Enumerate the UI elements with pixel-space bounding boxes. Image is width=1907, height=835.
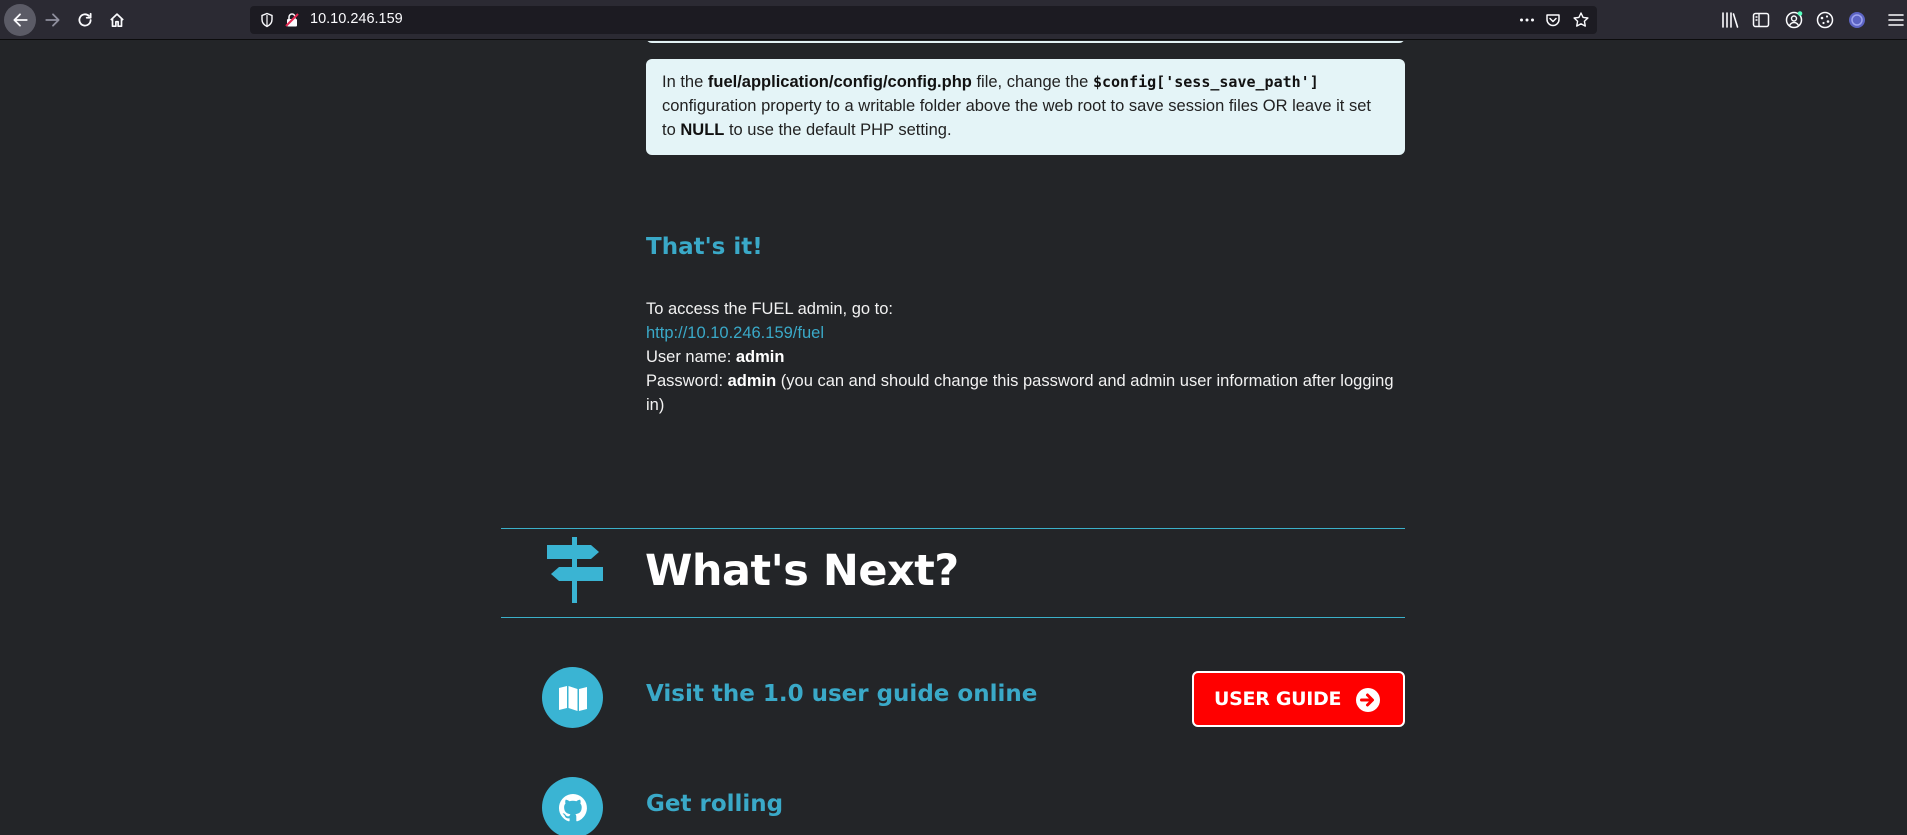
github-icon-circle <box>542 777 603 835</box>
map-icon-circle <box>542 667 603 728</box>
insecure-lock-icon[interactable] <box>284 12 300 28</box>
admin-url-link[interactable]: http://10.10.246.159/fuel <box>646 324 824 342</box>
arrow-circle-right-icon <box>1356 688 1380 712</box>
reload-icon <box>78 12 92 27</box>
home-button[interactable] <box>101 4 133 36</box>
shield-icon[interactable] <box>259 12 275 28</box>
user-guide-link[interactable]: Visit the 1.0 user guide online <box>646 681 1037 707</box>
password-value: admin <box>727 372 777 390</box>
username-line: User name: admin <box>646 345 1406 369</box>
access-line: To access the FUEL admin, go to: <box>646 300 894 318</box>
password-label: Password: <box>646 372 728 390</box>
whats-next-heading: What's Next? <box>645 546 959 596</box>
account-icon[interactable] <box>1784 10 1804 30</box>
user-guide-button[interactable]: USER GUIDE <box>1192 671 1405 727</box>
signpost-icon <box>547 537 603 603</box>
previous-info-box-edge <box>646 41 1405 43</box>
thats-it-heading: That's it! <box>646 234 763 260</box>
back-button[interactable] <box>4 4 36 36</box>
hamburger-menu-icon[interactable] <box>1886 10 1906 30</box>
forward-button[interactable] <box>37 4 69 36</box>
config-file-path: fuel/application/config/config.php <box>707 73 972 91</box>
note-middle: file, change the <box>971 73 1093 91</box>
config-code: $config['sess_save_path'] <box>1092 73 1319 91</box>
url-text[interactable]: 10.10.246.159 <box>310 11 403 27</box>
user-guide-button-label: USER GUIDE <box>1214 688 1342 710</box>
reload-button[interactable] <box>69 4 101 36</box>
more-icon[interactable] <box>1518 11 1536 29</box>
note-end: to use the default PHP setting. <box>724 121 952 139</box>
address-bar[interactable]: 10.10.246.159 <box>250 6 1597 34</box>
vpn-icon[interactable] <box>1847 10 1867 30</box>
password-line: Password: admin (you can and should chan… <box>646 369 1406 417</box>
browser-toolbar: 10.10.246.159 <box>0 0 1907 40</box>
sidebar-icon[interactable] <box>1751 10 1771 30</box>
star-icon[interactable] <box>1572 11 1590 29</box>
admin-access-info: To access the FUEL admin, go to: http://… <box>646 297 1406 417</box>
map-icon <box>558 685 587 711</box>
null-word: NULL <box>680 121 725 139</box>
divider <box>501 528 1405 529</box>
username-label: User name: <box>646 348 736 366</box>
page-content: In the fuel/application/config/config.ph… <box>0 41 1907 835</box>
config-note-box: In the fuel/application/config/config.ph… <box>646 59 1405 155</box>
username-value: admin <box>735 348 785 366</box>
note-prefix: In the <box>662 73 708 91</box>
pocket-icon[interactable] <box>1544 11 1562 29</box>
divider <box>501 617 1405 618</box>
home-icon <box>110 13 124 28</box>
extension-icon[interactable] <box>1815 10 1835 30</box>
github-icon <box>558 793 587 821</box>
forward-arrow-icon <box>45 13 60 27</box>
back-arrow-icon <box>13 13 28 27</box>
get-rolling-link[interactable]: Get rolling <box>646 791 783 817</box>
library-icon[interactable] <box>1720 10 1740 30</box>
